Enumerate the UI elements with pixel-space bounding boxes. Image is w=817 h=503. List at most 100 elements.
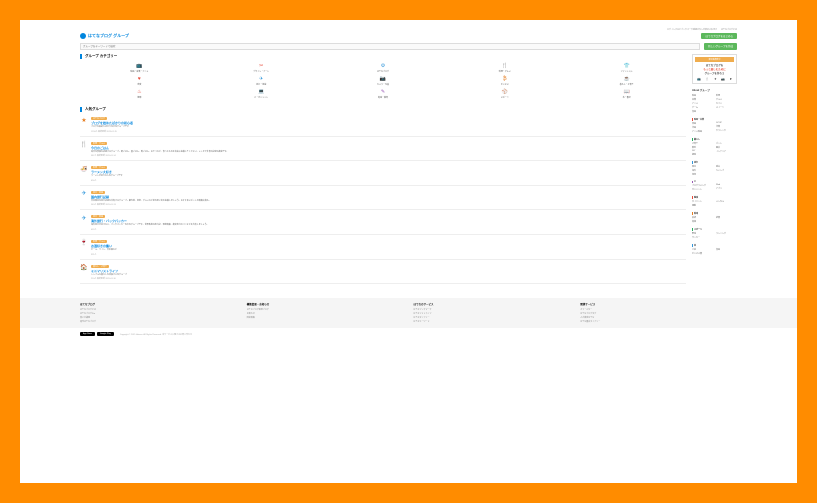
- category-item[interactable]: 🍴料理・グルメ: [445, 63, 564, 73]
- tag-link[interactable]: カフェ: [716, 102, 737, 105]
- category-item[interactable]: ₿ビジネス: [445, 76, 564, 86]
- category-item[interactable]: 💻IT・ガジェット: [202, 89, 321, 99]
- footer-link[interactable]: 週刊はてなブログ: [80, 320, 237, 323]
- promo-box[interactable]: 参加者募集中 はてなブログを もっと楽しむために グループを作ろう 📺🍴✈📷♥: [692, 54, 737, 84]
- tag-link[interactable]: インテリア: [716, 150, 737, 153]
- tag-link[interactable]: 洋楽: [716, 125, 737, 128]
- category-item[interactable]: ✂デザイン・アート: [202, 63, 321, 73]
- category-item[interactable]: 📖本・書評: [567, 89, 686, 99]
- tag-link[interactable]: サッカー: [692, 236, 713, 239]
- group-item[interactable]: 🍷料理・グルメお酒好きの集いビール、ワイン、日本酒など321人: [80, 239, 686, 260]
- footer-link[interactable]: 人力検索はてな: [580, 316, 737, 319]
- group-item[interactable]: ✈旅行・地域海外旅行・バックパッカー海外旅行が好きな人、バックパッカーの方のグル…: [80, 214, 686, 235]
- tag-link[interactable]: Web: [716, 184, 737, 186]
- tag-link[interactable]: グルメ: [716, 98, 737, 101]
- side-heading: IT: [692, 181, 737, 183]
- footer-link[interactable]: 障害情報: [247, 316, 404, 319]
- brand-name: はてなブログ グループ: [88, 33, 129, 39]
- footer-link[interactable]: カラースター: [580, 308, 737, 311]
- footer-link[interactable]: はてなキーワード: [414, 320, 571, 323]
- group-name: ミニマリストライフ: [91, 269, 686, 273]
- tag-link[interactable]: 子育て: [692, 142, 713, 145]
- group-name: 今日のごはん: [91, 146, 686, 150]
- group-item[interactable]: 🍜料理・グルメラーメン大好きラーメンが好きな人のグループです654人: [80, 165, 686, 186]
- category-item[interactable]: ⚙はてなブログ: [324, 63, 443, 73]
- group-item[interactable]: 🍴料理・グルメ今日のごはん毎日の食事を記録するグループ。朝ごはん、昼ごはん、晩ご…: [80, 141, 686, 162]
- tag-link[interactable]: 洋画: [692, 126, 713, 129]
- signup-button[interactable]: はてなブログをはじめる: [701, 33, 737, 39]
- footer-link[interactable]: はてなダイアリー: [414, 316, 571, 319]
- tag-link[interactable]: 運動: [692, 204, 713, 207]
- tag-link[interactable]: 海外: [692, 169, 713, 172]
- copyright: Copyright © 2025 Hatena. All Rights Rese…: [120, 333, 192, 336]
- tag-link[interactable]: キャンプ: [716, 169, 737, 172]
- tag-link[interactable]: ゲーム: [692, 106, 713, 109]
- footer-link[interactable]: はてなブログとは: [80, 308, 237, 311]
- tag-link[interactable]: プログラミング: [692, 184, 713, 187]
- search-input[interactable]: [80, 43, 700, 50]
- tag-link[interactable]: アプリ: [716, 187, 737, 190]
- tag-link[interactable]: 映画: [692, 94, 713, 97]
- category-item[interactable]: ⚾スポーツ: [445, 89, 564, 99]
- category-label: 旅行・地域: [202, 83, 321, 86]
- tag-link[interactable]: ダイエット: [692, 200, 713, 203]
- tag-link[interactable]: 掃除: [692, 153, 713, 156]
- tag-link[interactable]: 資格: [692, 220, 713, 223]
- tag-link[interactable]: 読書: [716, 216, 737, 219]
- footer-link[interactable]: 使い方講座: [80, 316, 237, 319]
- logo[interactable]: はてなブログ グループ: [80, 33, 129, 39]
- tag-link[interactable]: 料理: [716, 94, 737, 97]
- footer-link[interactable]: はてなブックマーク: [414, 308, 571, 311]
- category-item[interactable]: ♥恋愛: [80, 76, 199, 86]
- tag-link[interactable]: 邦画: [692, 122, 713, 125]
- group-name: お酒好きの集い: [91, 244, 686, 248]
- tag-link[interactable]: ペット: [716, 142, 737, 145]
- tag-link[interactable]: 音楽: [692, 98, 713, 101]
- tag-link[interactable]: 小説: [692, 248, 713, 251]
- category-item[interactable]: 👕ファッション: [567, 63, 686, 73]
- group-item[interactable]: 🏠暮らし・子育てミニマリストライフシンプルな暮らしを目指す人のグループ210人 …: [80, 264, 686, 285]
- tag-link[interactable]: 登山: [716, 165, 737, 168]
- category-item[interactable]: ♨健康: [80, 89, 199, 99]
- tag-link[interactable]: ガジェット: [692, 188, 713, 191]
- category-icon: ♥: [80, 76, 199, 82]
- tag-link[interactable]: J-POP: [716, 122, 737, 124]
- tag-link[interactable]: 温泉: [692, 173, 713, 176]
- group-item[interactable]: ✈旅行・地域国内旅行記録日本国内の旅行記録を共有するグループ。観光地、温泉、グル…: [80, 190, 686, 211]
- tag-link[interactable]: 園芸: [716, 146, 737, 149]
- footer-link[interactable]: はてなブログタグ: [580, 312, 737, 315]
- category-label: 映画・音楽・アニメ: [80, 70, 199, 73]
- category-item[interactable]: ✎勉強・教育: [324, 89, 443, 99]
- group-item[interactable]: ★はてなブログブログを始めたばかりの初心者ブログを始めたばかりの方のグループです…: [80, 116, 686, 137]
- footer-link[interactable]: はてなブログPro: [80, 312, 237, 315]
- tag-link[interactable]: 英語: [692, 216, 713, 219]
- footer-link[interactable]: はてなフォトライフ: [414, 312, 571, 315]
- tag-link[interactable]: クラシック: [716, 129, 737, 132]
- category-icon: ✈: [202, 76, 321, 82]
- category-item[interactable]: 📷カメラ・写真: [324, 76, 443, 86]
- category-item[interactable]: 📺映画・音楽・アニメ: [80, 63, 199, 73]
- footer-link[interactable]: はてな匿名ダイアリー: [580, 320, 737, 323]
- google-play-badge[interactable]: Google Play: [97, 332, 114, 336]
- tag-link[interactable]: ランニング: [716, 232, 737, 235]
- tag-link[interactable]: DIY: [692, 150, 713, 152]
- create-group-button[interactable]: 新しいグループを作成: [704, 43, 737, 50]
- category-item[interactable]: ✈旅行・地域: [202, 76, 321, 86]
- footer-link[interactable]: はてなブログ開発ブログ: [247, 308, 404, 311]
- tag-link[interactable]: 野球: [692, 232, 713, 235]
- tag-link[interactable]: アニメ: [692, 102, 713, 105]
- footer-link[interactable]: お知らせ: [247, 312, 404, 315]
- tag-link[interactable]: 国内: [692, 165, 713, 168]
- group-tag: 料理・グルメ: [91, 240, 107, 243]
- about-link[interactable]: はてなブログとは: [721, 28, 737, 31]
- tag-link[interactable]: スイーツ: [716, 106, 737, 109]
- tag-link[interactable]: 節約: [692, 146, 713, 149]
- footer-heading: 機能変更・お知らせ: [247, 302, 404, 306]
- category-item[interactable]: ☕暮らし・子育て: [567, 76, 686, 86]
- tag-link[interactable]: 漫画: [716, 248, 737, 251]
- tag-link[interactable]: アニメ映画: [692, 130, 713, 133]
- tag-link[interactable]: ビジネス書: [692, 252, 713, 255]
- app-store-badge[interactable]: App Store: [80, 332, 95, 336]
- tag-link[interactable]: メンタル: [716, 200, 737, 203]
- tag-link[interactable]: 漫画: [692, 110, 713, 113]
